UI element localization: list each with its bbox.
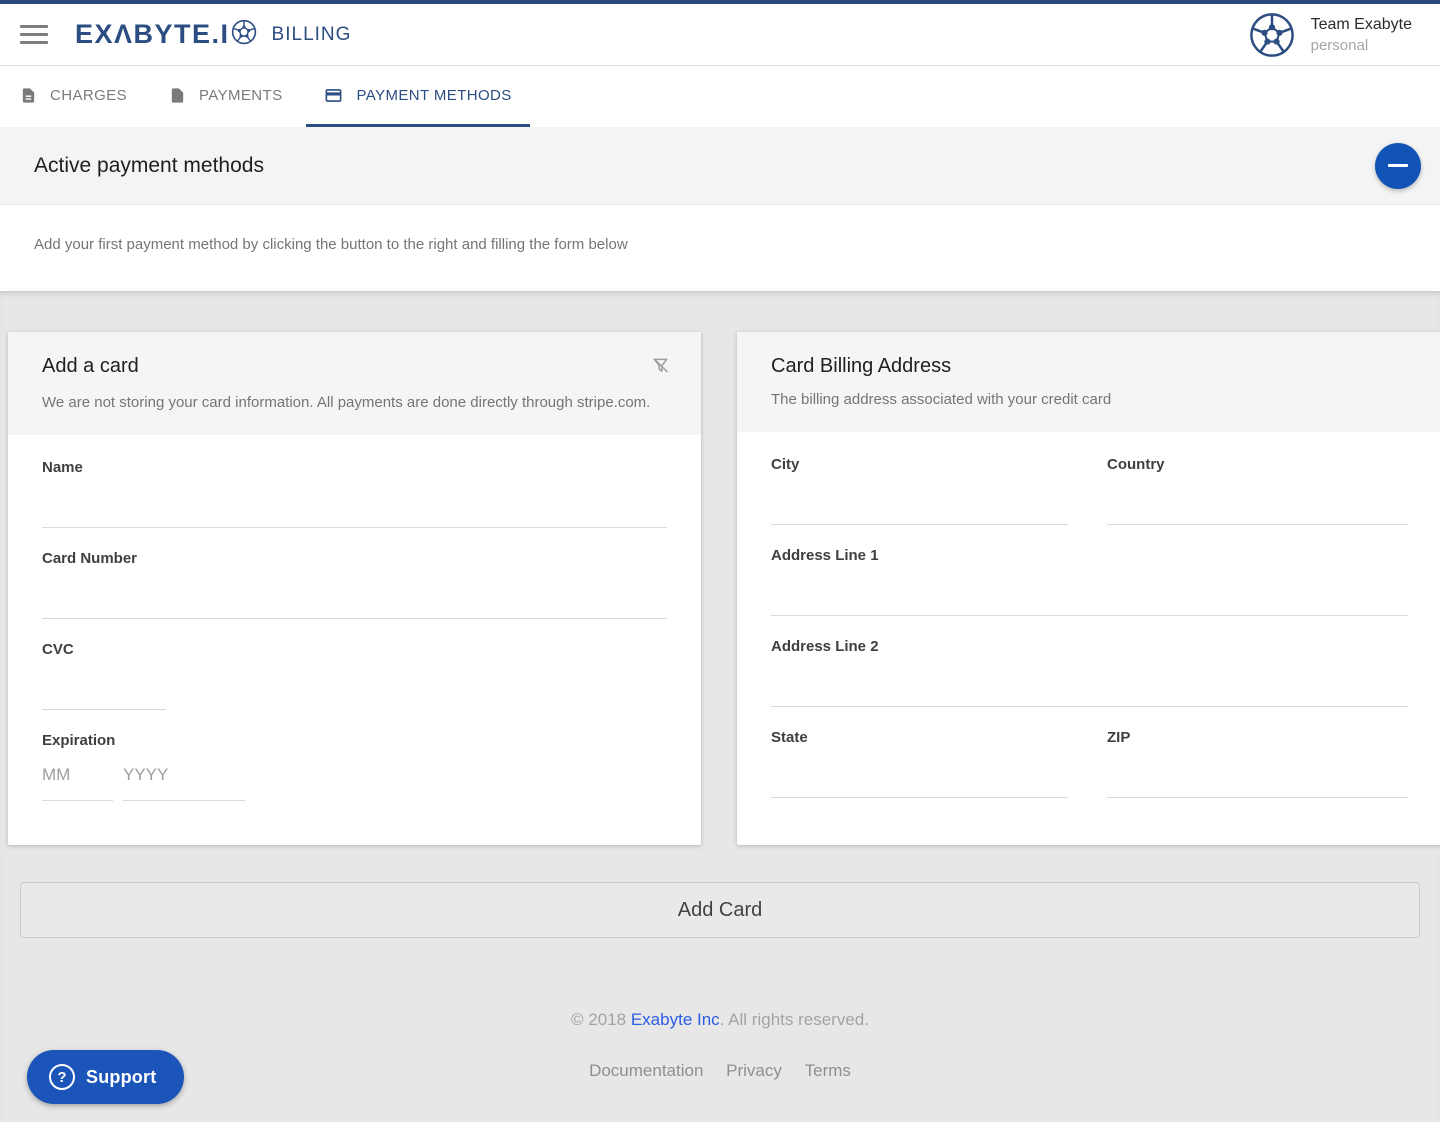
credit-card-icon xyxy=(324,86,343,105)
team-avatar xyxy=(1249,11,1296,58)
add-card-subtitle: We are not storing your card information… xyxy=(42,394,667,411)
country-label: Country xyxy=(1107,456,1408,473)
document-icon xyxy=(20,87,37,104)
add-card-panel: Add a card We are not storing your card … xyxy=(8,332,701,845)
company-link[interactable]: Exabyte Inc xyxy=(631,1010,720,1029)
terms-link[interactable]: Terms xyxy=(805,1061,851,1080)
team-selector[interactable]: Team Exabyte personal xyxy=(1249,11,1412,58)
city-label: City xyxy=(771,456,1068,473)
billing-address-title: Card Billing Address xyxy=(771,355,1408,378)
document-icon xyxy=(169,87,186,104)
filter-off-icon xyxy=(650,364,671,379)
address-line1-input[interactable] xyxy=(771,564,1408,616)
soccer-ball-logo-icon xyxy=(231,19,257,50)
tab-label: PAYMENT METHODS xyxy=(356,87,511,104)
page-footer: © 2018 Exabyte Inc. All rights reserved.… xyxy=(0,1010,1440,1081)
active-payment-methods-header: Active payment methods xyxy=(0,127,1440,205)
add-card-title: Add a card xyxy=(42,355,139,378)
menu-icon[interactable] xyxy=(20,25,48,44)
billing-address-panel-header: Card Billing Address The billing address… xyxy=(737,332,1440,432)
expiration-label: Expiration xyxy=(42,732,667,749)
address-line1-label: Address Line 1 xyxy=(771,547,1408,564)
section-title: Active payment methods xyxy=(34,154,264,178)
tab-payment-methods[interactable]: PAYMENT METHODS xyxy=(306,66,529,127)
support-button[interactable]: ? Support xyxy=(27,1050,184,1104)
team-name: Team Exabyte xyxy=(1311,16,1412,34)
section-description-band: Add your first payment method by clickin… xyxy=(0,205,1440,291)
tab-charges[interactable]: CHARGES xyxy=(2,66,145,127)
privacy-link[interactable]: Privacy xyxy=(726,1061,782,1080)
minus-icon xyxy=(1388,164,1408,167)
expiration-month-input[interactable] xyxy=(42,749,113,801)
section-description: Add your first payment method by clickin… xyxy=(34,236,1406,253)
clear-form-button[interactable] xyxy=(648,353,673,381)
card-number-label: Card Number xyxy=(42,550,667,567)
state-input[interactable] xyxy=(771,746,1068,798)
billing-tabs: CHARGES PAYMENTS PAYMENT METHODS xyxy=(0,66,1440,127)
cvc-label: CVC xyxy=(42,641,667,658)
team-type: personal xyxy=(1311,37,1412,54)
payment-form-area: Add a card We are not storing your card … xyxy=(0,291,1440,1122)
brand-text: EXΛBYTE.I xyxy=(75,19,230,50)
country-input[interactable] xyxy=(1107,473,1408,525)
zip-input[interactable] xyxy=(1107,746,1408,798)
question-circle-icon: ? xyxy=(49,1064,75,1090)
copyright-text: © 2018 Exabyte Inc. All rights reserved. xyxy=(0,1010,1440,1030)
expiration-year-input[interactable] xyxy=(123,749,245,801)
billing-address-panel: Card Billing Address The billing address… xyxy=(737,332,1440,845)
billing-address-subtitle: The billing address associated with your… xyxy=(771,391,1408,408)
page-title: BILLING xyxy=(272,24,352,46)
city-input[interactable] xyxy=(771,473,1068,525)
add-card-panel-header: Add a card We are not storing your card … xyxy=(8,332,701,435)
address-line2-label: Address Line 2 xyxy=(771,638,1408,655)
add-card-button[interactable]: Add Card xyxy=(20,882,1420,938)
tab-label: PAYMENTS xyxy=(199,87,283,104)
address-line2-input[interactable] xyxy=(771,655,1408,707)
cvc-input[interactable] xyxy=(42,658,166,710)
state-label: State xyxy=(771,729,1068,746)
name-label: Name xyxy=(42,459,667,476)
tab-payments[interactable]: PAYMENTS xyxy=(151,66,301,127)
collapse-section-button[interactable] xyxy=(1375,143,1421,189)
support-label: Support xyxy=(86,1067,156,1088)
brand-logo[interactable]: EXΛBYTE.I BILLING xyxy=(75,19,351,50)
documentation-link[interactable]: Documentation xyxy=(589,1061,703,1080)
zip-label: ZIP xyxy=(1107,729,1408,746)
tab-label: CHARGES xyxy=(50,87,127,104)
card-number-input[interactable] xyxy=(42,567,667,619)
app-header: EXΛBYTE.I BILLING xyxy=(0,4,1440,66)
name-input[interactable] xyxy=(42,476,667,528)
